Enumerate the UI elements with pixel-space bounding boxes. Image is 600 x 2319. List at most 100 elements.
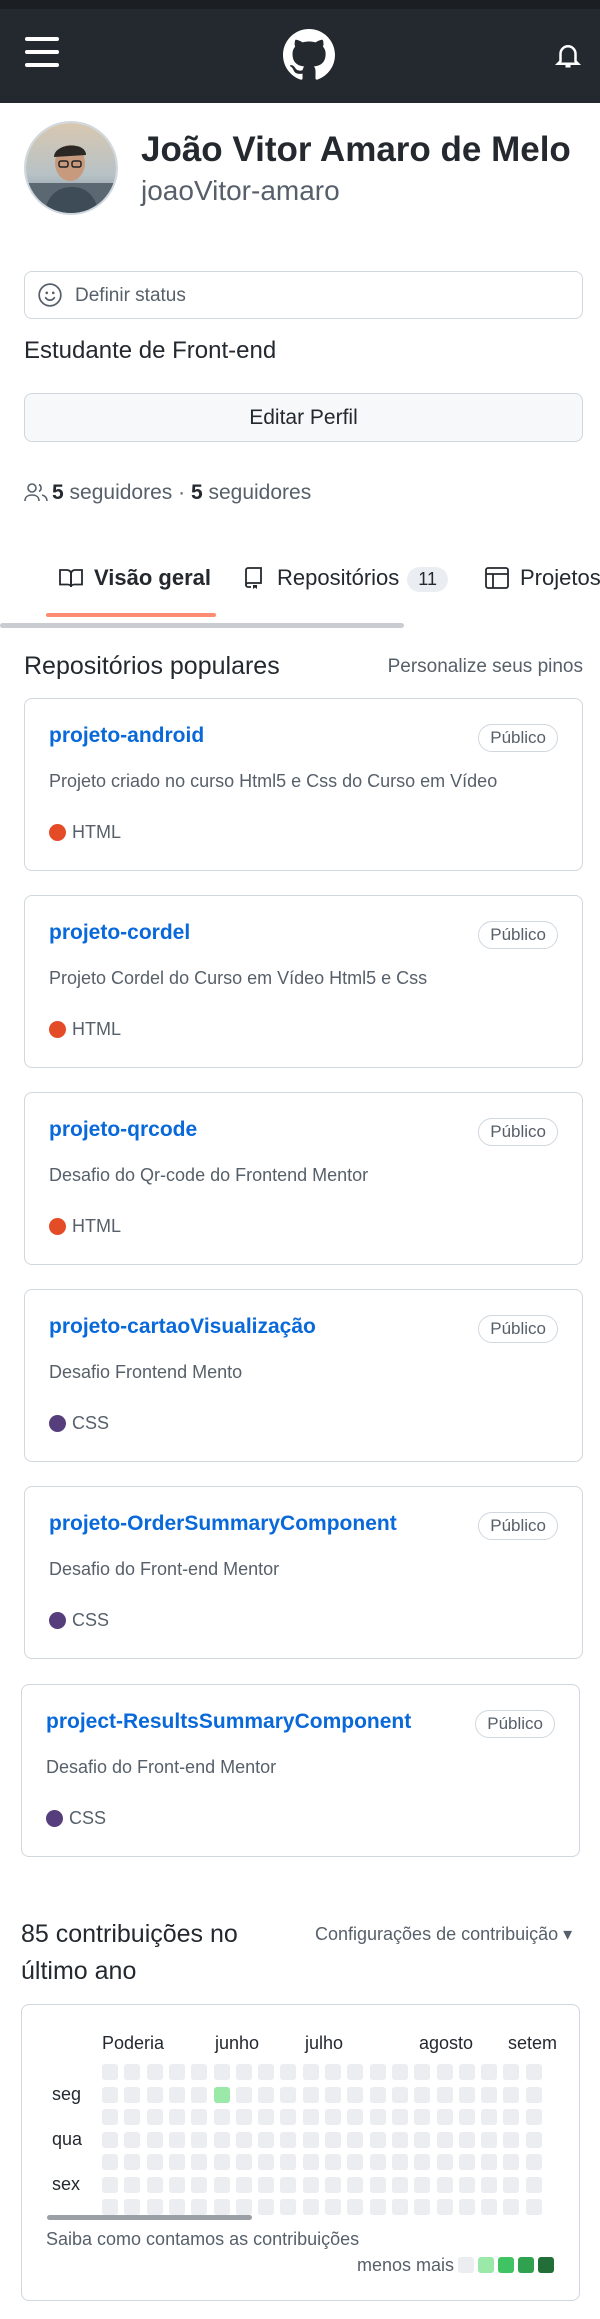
- contribution-day-cell[interactable]: [525, 2109, 542, 2125]
- contribution-day-cell[interactable]: [302, 2064, 319, 2080]
- github-logo-icon[interactable]: [283, 29, 335, 81]
- contribution-day-cell[interactable]: [481, 2086, 498, 2103]
- repo-name-link[interactable]: projeto-android: [49, 724, 204, 748]
- contribution-day-cell[interactable]: [414, 2176, 431, 2193]
- contribution-day-cell[interactable]: [503, 2199, 520, 2215]
- contribution-day-cell[interactable]: [369, 2176, 386, 2193]
- repo-name-link[interactable]: projeto-OrderSummaryComponent: [49, 1512, 397, 1536]
- contribution-day-cell[interactable]: [146, 2131, 163, 2148]
- contribution-day-cell[interactable]: [481, 2109, 498, 2125]
- contribution-day-cell[interactable]: [302, 2131, 319, 2148]
- repo-name-link[interactable]: projeto-qrcode: [49, 1118, 197, 1142]
- contribution-day-cell[interactable]: [258, 2064, 275, 2080]
- contribution-day-cell[interactable]: [347, 2064, 364, 2080]
- contribution-day-cell[interactable]: [213, 2199, 230, 2215]
- contribution-day-cell[interactable]: [325, 2199, 341, 2215]
- contribution-day-cell[interactable]: [213, 2176, 230, 2193]
- contribution-day-cell[interactable]: [414, 2064, 431, 2080]
- contribution-day-cell[interactable]: [168, 2199, 185, 2215]
- learn-how-we-count-link[interactable]: Saiba como contamos as contribuições: [46, 2229, 359, 2250]
- contribution-day-cell[interactable]: [391, 2131, 408, 2148]
- contribution-day-cell[interactable]: [391, 2064, 408, 2080]
- contribution-day-cell[interactable]: [302, 2154, 319, 2170]
- contribution-day-cell[interactable]: [347, 2131, 364, 2148]
- contribution-day-cell[interactable]: [191, 2199, 208, 2215]
- repo-name-link[interactable]: project-ResultsSummaryComponent: [46, 1710, 411, 1734]
- contribution-day-cell[interactable]: [258, 2131, 275, 2148]
- contribution-day-cell[interactable]: [258, 2199, 275, 2215]
- contribution-day-cell[interactable]: [102, 2086, 118, 2103]
- contribution-day-cell[interactable]: [124, 2064, 141, 2080]
- contribution-day-cell[interactable]: [124, 2199, 141, 2215]
- contribution-day-cell[interactable]: [325, 2109, 341, 2125]
- contribution-day-cell[interactable]: [503, 2109, 520, 2125]
- tabs-scrollbar[interactable]: [0, 623, 404, 628]
- contribution-day-cell[interactable]: [213, 2109, 230, 2125]
- contribution-day-cell[interactable]: [235, 2109, 252, 2125]
- contribution-day-cell[interactable]: [146, 2086, 163, 2103]
- contribution-day-cell[interactable]: [481, 2176, 498, 2193]
- avatar[interactable]: [24, 121, 118, 215]
- contribution-day-cell[interactable]: [280, 2086, 297, 2103]
- contribution-day-cell[interactable]: [436, 2176, 453, 2193]
- contribution-day-cell[interactable]: [369, 2131, 386, 2148]
- contribution-day-cell[interactable]: [191, 2176, 208, 2193]
- contribution-day-cell[interactable]: [503, 2086, 520, 2103]
- contribution-day-cell[interactable]: [235, 2086, 252, 2103]
- contribution-day-cell[interactable]: [280, 2176, 297, 2193]
- customize-pins-link[interactable]: Personalize seus pinos: [388, 656, 583, 678]
- contribution-day-cell[interactable]: [102, 2154, 118, 2170]
- contribution-day-cell[interactable]: [414, 2199, 431, 2215]
- contribution-day-cell[interactable]: [414, 2154, 431, 2170]
- tab-projects[interactable]: Projetos: [484, 565, 600, 605]
- contribution-day-cell[interactable]: [503, 2176, 520, 2193]
- bell-icon[interactable]: [553, 40, 583, 70]
- contribution-day-cell[interactable]: [391, 2199, 408, 2215]
- contribution-day-cell[interactable]: [369, 2199, 386, 2215]
- contribution-day-cell[interactable]: [191, 2086, 208, 2103]
- contribution-day-cell[interactable]: [102, 2176, 118, 2193]
- contribution-day-cell[interactable]: [146, 2176, 163, 2193]
- contribution-day-cell[interactable]: [302, 2086, 319, 2103]
- contribution-day-cell[interactable]: [481, 2064, 498, 2080]
- contribution-day-cell[interactable]: [191, 2154, 208, 2170]
- contribution-day-cell[interactable]: [391, 2176, 408, 2193]
- contribution-day-cell[interactable]: [146, 2064, 163, 2080]
- contribution-settings-dropdown[interactable]: Configurações de contribuição ▾: [315, 1924, 572, 1945]
- contribution-day-cell[interactable]: [280, 2199, 297, 2215]
- followers-count[interactable]: 5: [52, 481, 64, 504]
- tab-overview[interactable]: Visão geral: [58, 565, 211, 605]
- contribution-day-cell[interactable]: [146, 2199, 163, 2215]
- contribution-day-cell[interactable]: [414, 2086, 431, 2103]
- contribution-day-cell[interactable]: [280, 2154, 297, 2170]
- contribution-day-cell[interactable]: [280, 2109, 297, 2125]
- contribution-day-cell[interactable]: [124, 2086, 141, 2103]
- contribution-day-cell[interactable]: [191, 2064, 208, 2080]
- contribution-day-cell[interactable]: [436, 2154, 453, 2170]
- contribution-day-cell[interactable]: [325, 2131, 341, 2148]
- followers-label[interactable]: seguidores: [70, 481, 173, 504]
- following-count[interactable]: 5: [191, 481, 203, 504]
- contribution-day-cell[interactable]: [481, 2154, 498, 2170]
- contribution-day-cell[interactable]: [258, 2109, 275, 2125]
- contribution-day-cell[interactable]: [481, 2131, 498, 2148]
- contribution-day-cell[interactable]: [168, 2064, 185, 2080]
- contribution-day-cell[interactable]: [525, 2086, 542, 2103]
- contribution-day-cell[interactable]: [325, 2154, 341, 2170]
- following-label[interactable]: seguidores: [208, 481, 311, 504]
- contribution-day-cell[interactable]: [124, 2176, 141, 2193]
- contribution-day-cell[interactable]: [302, 2199, 319, 2215]
- contribution-day-cell[interactable]: [124, 2131, 141, 2148]
- hamburger-menu-icon[interactable]: [25, 37, 59, 67]
- contribution-day-cell[interactable]: [302, 2109, 319, 2125]
- contribution-day-cell[interactable]: [191, 2109, 208, 2125]
- contribution-day-cell[interactable]: [213, 2131, 230, 2148]
- contribution-day-cell[interactable]: [481, 2199, 498, 2215]
- contribution-day-cell[interactable]: [168, 2131, 185, 2148]
- contribution-day-cell[interactable]: [458, 2109, 475, 2125]
- contribution-day-cell[interactable]: [102, 2131, 118, 2148]
- contribution-day-cell[interactable]: [525, 2154, 542, 2170]
- contribution-day-cell[interactable]: [369, 2086, 386, 2103]
- contribution-day-cell[interactable]: [235, 2154, 252, 2170]
- contribution-day-cell[interactable]: [280, 2064, 297, 2080]
